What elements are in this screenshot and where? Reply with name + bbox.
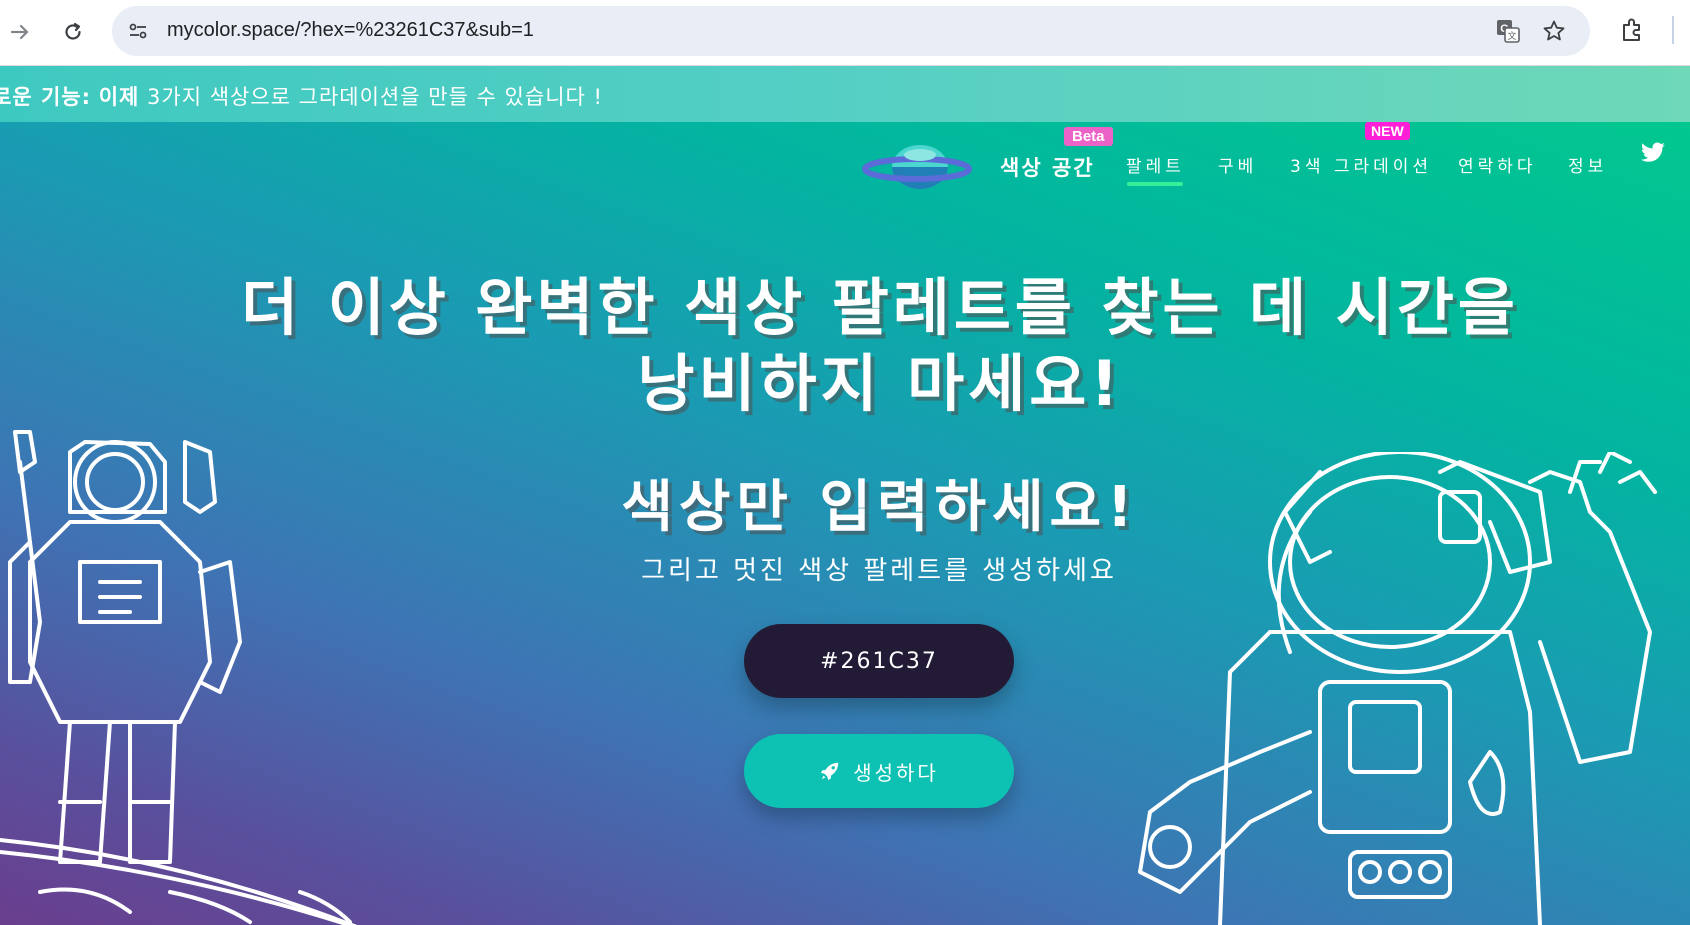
twitter-icon[interactable] (1640, 142, 1666, 164)
announcement-highlight: 이제 (98, 85, 140, 109)
browser-toolbar: mycolor.space/?hex=%23261C37&sub=1 G 文 (0, 0, 1690, 66)
nav-link-about[interactable]: 정보 (1568, 152, 1607, 177)
site-info-icon[interactable] (124, 17, 152, 45)
hero-tagline: 그리고 멋진 색상 팔레트를 생성하세요 (641, 556, 1117, 586)
nav-link-contact[interactable]: 연락하다 (1458, 152, 1537, 177)
beta-badge: Beta (1064, 127, 1113, 146)
active-nav-indicator (1127, 182, 1183, 186)
new-badge: NEW (1365, 122, 1410, 140)
translate-icon[interactable]: G 文 (1494, 17, 1522, 45)
address-bar[interactable]: mycolor.space/?hex=%23261C37&sub=1 G 文 (112, 6, 1590, 56)
planet-logo-icon[interactable] (862, 137, 972, 193)
svg-text:文: 文 (1507, 30, 1516, 42)
star-icon[interactable] (1540, 17, 1568, 45)
nav-link-buy[interactable]: 구베 (1218, 152, 1257, 177)
nav-link-palette[interactable]: 팔레트 (1126, 152, 1185, 177)
hex-color-input[interactable] (744, 624, 1014, 698)
brand-name[interactable]: 색상 공간 (1000, 152, 1095, 182)
headline-line-1: 더 이상 완벽한 색상 팔레트를 찾는 데 시간을 (241, 271, 1519, 344)
headline-line-2: 낭비하지 마세요! (637, 347, 1123, 420)
hero-section: 색상 공간 Beta 팔레트 구베 3색 그라데이션 NEW 연락하다 정보 더… (0, 122, 1690, 925)
hero-subheading: 색상만 입력하세요! (621, 475, 1139, 540)
announcement-label: 로운 기능: (0, 85, 91, 109)
announcement-message: 3가지 색상으로 그라데이션을 만들 수 있습니다 ! (147, 85, 603, 109)
reload-icon[interactable] (55, 14, 91, 50)
extensions-icon[interactable] (1616, 14, 1648, 46)
generate-button[interactable]: 생성하다 (744, 734, 1014, 808)
toolbar-divider (1672, 16, 1674, 44)
hero-headline: 더 이상 완벽한 색상 팔레트를 찾는 데 시간을 낭비하지 마세요! (120, 270, 1640, 422)
url-text[interactable]: mycolor.space/?hex=%23261C37&sub=1 (167, 19, 534, 42)
generate-button-label: 생성하다 (853, 760, 939, 785)
announcement-text: 로운 기능: 이제 3가지 색상으로 그라데이션을 만들 수 있습니다 ! (0, 81, 603, 111)
nav-link-3color-gradient[interactable]: 3색 그라데이션 (1290, 152, 1432, 177)
announcement-bar: 로운 기능: 이제 3가지 색상으로 그라데이션을 만들 수 있습니다 ! (0, 66, 1690, 122)
rocket-icon (821, 762, 839, 781)
forward-arrow-icon[interactable] (2, 14, 38, 50)
